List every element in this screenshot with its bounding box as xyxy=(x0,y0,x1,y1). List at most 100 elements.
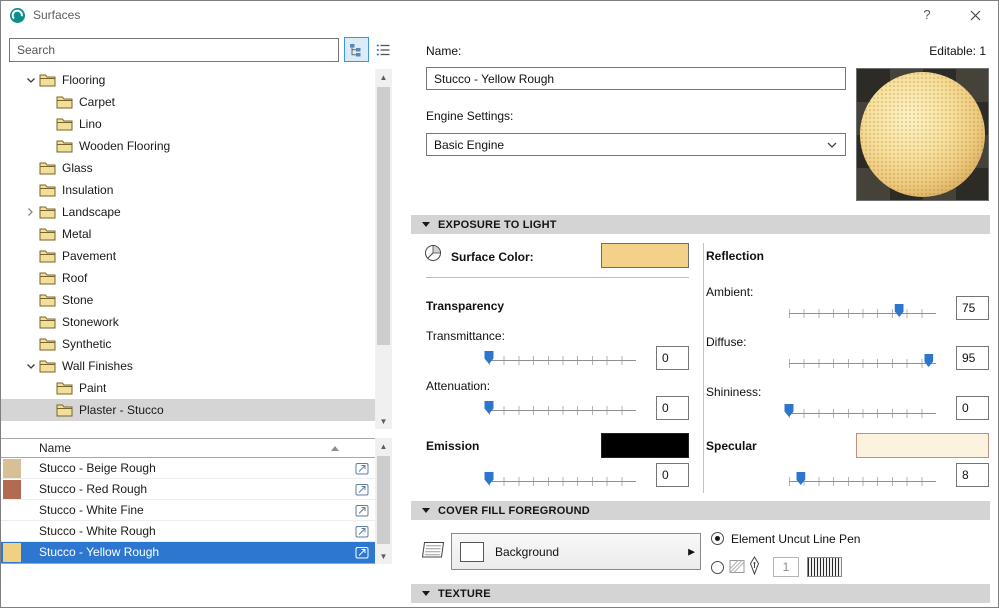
surface-list-item-stucco-white-fine[interactable]: Stucco - White Fine xyxy=(1,500,375,521)
folder-icon xyxy=(56,381,73,395)
tree-item-plaster-stucco[interactable]: Plaster - Stucco xyxy=(1,399,375,421)
surface-name: Stucco - Beige Rough xyxy=(39,461,156,475)
surface-name: Stucco - Red Rough xyxy=(39,482,147,496)
tree-item-stone[interactable]: Stone xyxy=(1,289,375,311)
specular-slider[interactable] xyxy=(789,472,936,487)
diffuse-value-field[interactable]: 95 xyxy=(956,346,989,370)
section-texture-header[interactable]: TEXTURE xyxy=(411,584,990,603)
section-cover-fill-label: COVER FILL FOREGROUND xyxy=(438,505,590,517)
transmittance-value-field[interactable]: 0 xyxy=(656,346,689,370)
tree-item-roof[interactable]: Roof xyxy=(1,267,375,289)
element-uncut-line-pen-radio[interactable] xyxy=(711,532,724,545)
folder-name: Plaster - Stucco xyxy=(79,403,164,417)
folder-icon xyxy=(39,183,56,197)
divider xyxy=(426,277,689,278)
folder-icon xyxy=(39,249,56,263)
surface-list-item-stucco-red-rough[interactable]: Stucco - Red Rough xyxy=(1,479,375,500)
folder-icon xyxy=(39,271,56,285)
collapse-triangle-icon xyxy=(422,591,430,596)
tree-item-lino[interactable]: Lino xyxy=(1,113,375,135)
custom-pen-radio[interactable] xyxy=(711,561,724,574)
tree-item-stonework[interactable]: Stonework xyxy=(1,311,375,333)
tree-item-synthetic[interactable]: Synthetic xyxy=(1,333,375,355)
shininess-value-field[interactable]: 0 xyxy=(956,396,989,420)
scroll-down-icon[interactable]: ▼ xyxy=(375,413,392,429)
attenuation-value-field[interactable]: 0 xyxy=(656,396,689,420)
tree-item-glass[interactable]: Glass xyxy=(1,157,375,179)
close-button[interactable] xyxy=(952,1,998,29)
ambient-value-field[interactable]: 75 xyxy=(956,296,989,320)
chevron-down-icon[interactable] xyxy=(22,76,39,85)
list-header[interactable]: Name xyxy=(1,438,375,458)
ambient-slider[interactable] xyxy=(789,304,936,319)
scroll-up-icon[interactable]: ▲ xyxy=(375,69,392,85)
surface-color-swatch[interactable] xyxy=(601,243,689,268)
section-exposure-header[interactable]: EXPOSURE TO LIGHT xyxy=(411,215,990,234)
folder-name: Lino xyxy=(79,117,102,131)
surface-color-chip xyxy=(3,501,21,520)
emission-color-swatch[interactable] xyxy=(601,433,689,458)
tree-item-paint[interactable]: Paint xyxy=(1,377,375,399)
tree-scrollbar-thumb[interactable] xyxy=(377,87,390,345)
emission-value-field[interactable]: 0 xyxy=(656,463,689,487)
tree-item-flooring[interactable]: Flooring xyxy=(1,69,375,91)
collapse-triangle-icon xyxy=(422,508,430,513)
search-input[interactable] xyxy=(9,38,339,62)
tree-item-carpet[interactable]: Carpet xyxy=(1,91,375,113)
pen-pattern-swatch[interactable] xyxy=(807,557,842,577)
surface-name: Stucco - White Rough xyxy=(39,524,156,538)
folder-icon xyxy=(39,161,56,175)
scroll-down-icon[interactable]: ▼ xyxy=(375,548,392,564)
section-cover-fill-header[interactable]: COVER FILL FOREGROUND xyxy=(411,501,990,520)
diffuse-slider[interactable] xyxy=(789,354,936,369)
titlebar[interactable]: Surfaces ? xyxy=(1,1,998,29)
transmittance-label: Transmittance: xyxy=(426,329,505,343)
surface-list-item-stucco-yellow-rough[interactable]: Stucco - Yellow Rough xyxy=(1,542,375,563)
engine-select[interactable]: Basic Engine xyxy=(426,133,846,156)
folder-name: Paint xyxy=(79,381,106,395)
folder-icon xyxy=(39,337,56,351)
tree-item-metal[interactable]: Metal xyxy=(1,223,375,245)
shininess-slider[interactable] xyxy=(789,404,936,419)
chevron-right-icon[interactable] xyxy=(22,207,39,217)
surface-name-input[interactable] xyxy=(426,67,846,90)
tree-item-insulation[interactable]: Insulation xyxy=(1,179,375,201)
surface-list-item-stucco-beige-rough[interactable]: Stucco - Beige Rough xyxy=(1,458,375,479)
chevron-down-icon[interactable] xyxy=(22,362,39,371)
folder-name: Flooring xyxy=(62,73,105,87)
transmittance-slider[interactable] xyxy=(489,351,636,366)
specular-value-field[interactable]: 8 xyxy=(956,463,989,487)
folder-name: Roof xyxy=(62,271,87,285)
tree-scrollbar[interactable]: ▲ ▼ xyxy=(375,69,392,429)
folder-name: Glass xyxy=(62,161,93,175)
specular-color-swatch[interactable] xyxy=(856,433,989,458)
list-scrollbar[interactable]: ▲ ▼ xyxy=(375,438,392,564)
tree-view-button[interactable] xyxy=(344,37,369,62)
emission-slider[interactable] xyxy=(489,472,636,487)
tree-item-wooden-flooring[interactable]: Wooden Flooring xyxy=(1,135,375,157)
cover-fill-name: Background xyxy=(495,545,559,559)
surface-list-item-stucco-white-rough[interactable]: Stucco - White Rough xyxy=(1,521,375,542)
tree-item-landscape[interactable]: Landscape xyxy=(1,201,375,223)
surface-status-icon xyxy=(355,546,369,559)
folder-icon xyxy=(56,139,73,153)
cover-fill-dropdown[interactable]: Background ▶ xyxy=(451,533,701,570)
attenuation-slider[interactable] xyxy=(489,401,636,416)
pen-number-field[interactable]: 1 xyxy=(773,557,799,577)
surface-status-icon xyxy=(355,483,369,496)
folder-icon xyxy=(56,95,73,109)
tree-item-pavement[interactable]: Pavement xyxy=(1,245,375,267)
folder-name: Metal xyxy=(62,227,91,241)
tree-view-icon xyxy=(349,43,364,57)
tree-item-wall-finishes[interactable]: Wall Finishes xyxy=(1,355,375,377)
help-button[interactable]: ? xyxy=(910,1,944,29)
ambient-label: Ambient: xyxy=(706,285,753,299)
list-header-name: Name xyxy=(39,441,71,455)
list-scrollbar-thumb[interactable] xyxy=(377,456,390,544)
surface-name: Stucco - Yellow Rough xyxy=(39,545,159,559)
pen-icon[interactable] xyxy=(749,556,760,575)
surface-color-icon xyxy=(423,244,444,263)
list-view-button[interactable] xyxy=(370,37,395,62)
surface-color-chip xyxy=(3,543,21,562)
scroll-up-icon[interactable]: ▲ xyxy=(375,438,392,454)
